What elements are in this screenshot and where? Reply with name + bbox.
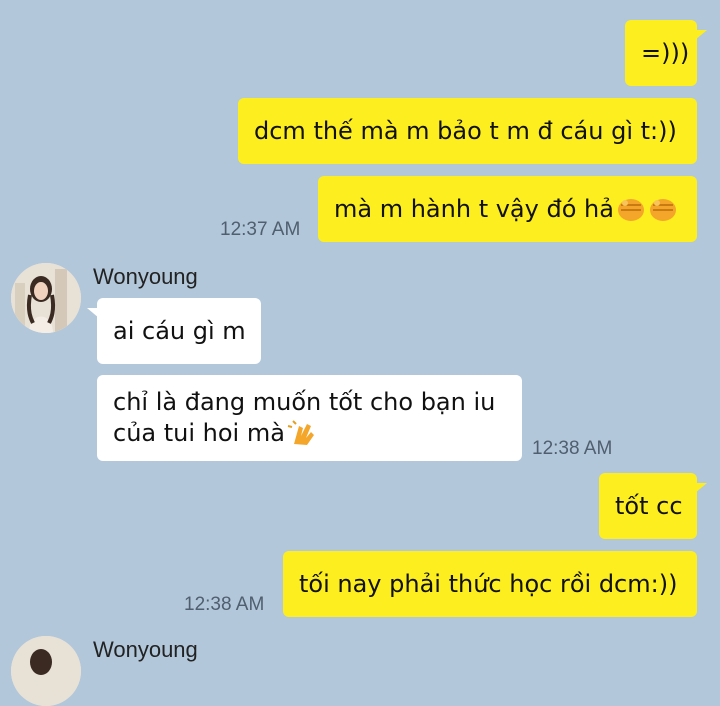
outgoing-message[interactable]: tốt cc (599, 473, 707, 539)
contact-avatar[interactable] (11, 636, 81, 706)
message-text-line: của tui hoi mà (113, 419, 285, 447)
punch-emoji (648, 195, 678, 223)
outgoing-message[interactable]: mà m hành t vậy đó hả (318, 176, 697, 242)
message-text: ai cáu gì m (113, 316, 246, 345)
message-text: dcm thế mà m bảo t m đ cáu gì t:)) (254, 116, 677, 145)
punch-emoji (616, 195, 646, 223)
clapping-hands-emoji (287, 419, 317, 448)
message-text: =))) (641, 38, 690, 67)
message-text: tốt cc (615, 491, 683, 520)
contact-name: Wonyoung (93, 637, 198, 662)
message-timestamp: 12:37 AM (220, 219, 301, 240)
incoming-message[interactable]: ai cáu gì m (87, 298, 261, 364)
message-timestamp: 12:38 AM (184, 594, 265, 615)
message-timestamp: 12:38 AM (532, 438, 613, 459)
outgoing-message[interactable]: dcm thế mà m bảo t m đ cáu gì t:)) (238, 98, 697, 164)
outgoing-message[interactable]: tối nay phải thức học rồi dcm:)) (283, 551, 697, 617)
outgoing-message[interactable]: =))) (625, 20, 707, 86)
message-text-line: chỉ là đang muốn tốt cho bạn iu (113, 388, 496, 416)
message-text: mà m hành t vậy đó hả (334, 194, 614, 223)
message-text: tối nay phải thức học rồi dcm:)) (299, 569, 678, 598)
incoming-message[interactable]: chỉ là đang muốn tốt cho bạn iu của tui … (97, 375, 522, 461)
contact-avatar[interactable] (11, 263, 81, 333)
contact-name: Wonyoung (93, 264, 198, 289)
